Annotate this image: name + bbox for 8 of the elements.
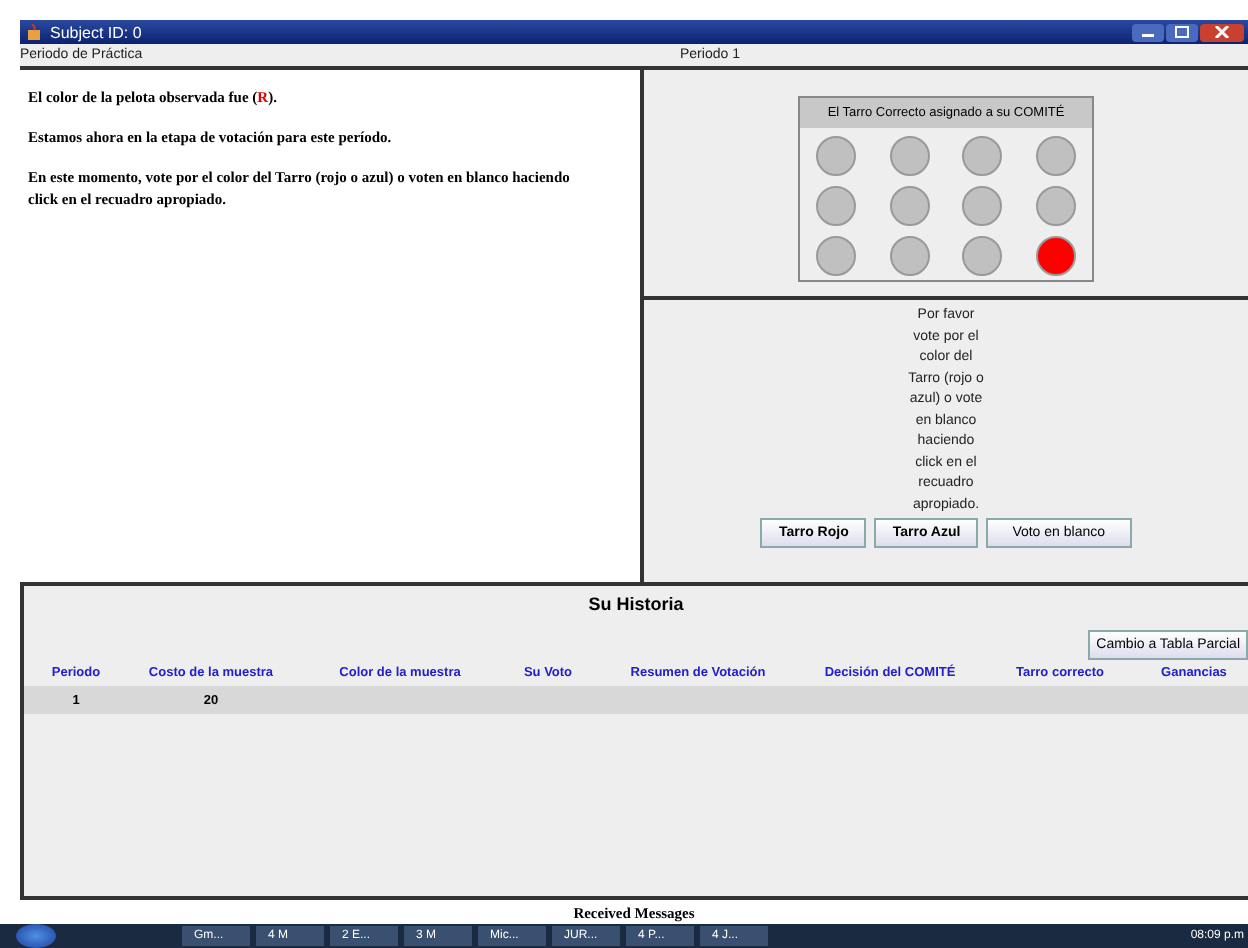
- close-button[interactable]: [1200, 23, 1244, 41]
- minimize-button[interactable]: [1132, 23, 1164, 41]
- start-button[interactable]: [16, 924, 56, 948]
- maximize-button[interactable]: [1166, 23, 1198, 41]
- maximize-icon: [1174, 26, 1190, 38]
- history-title: Su Historia: [586, 592, 686, 614]
- window-title: Subject ID: 0: [50, 23, 142, 41]
- close-icon: [1214, 26, 1230, 38]
